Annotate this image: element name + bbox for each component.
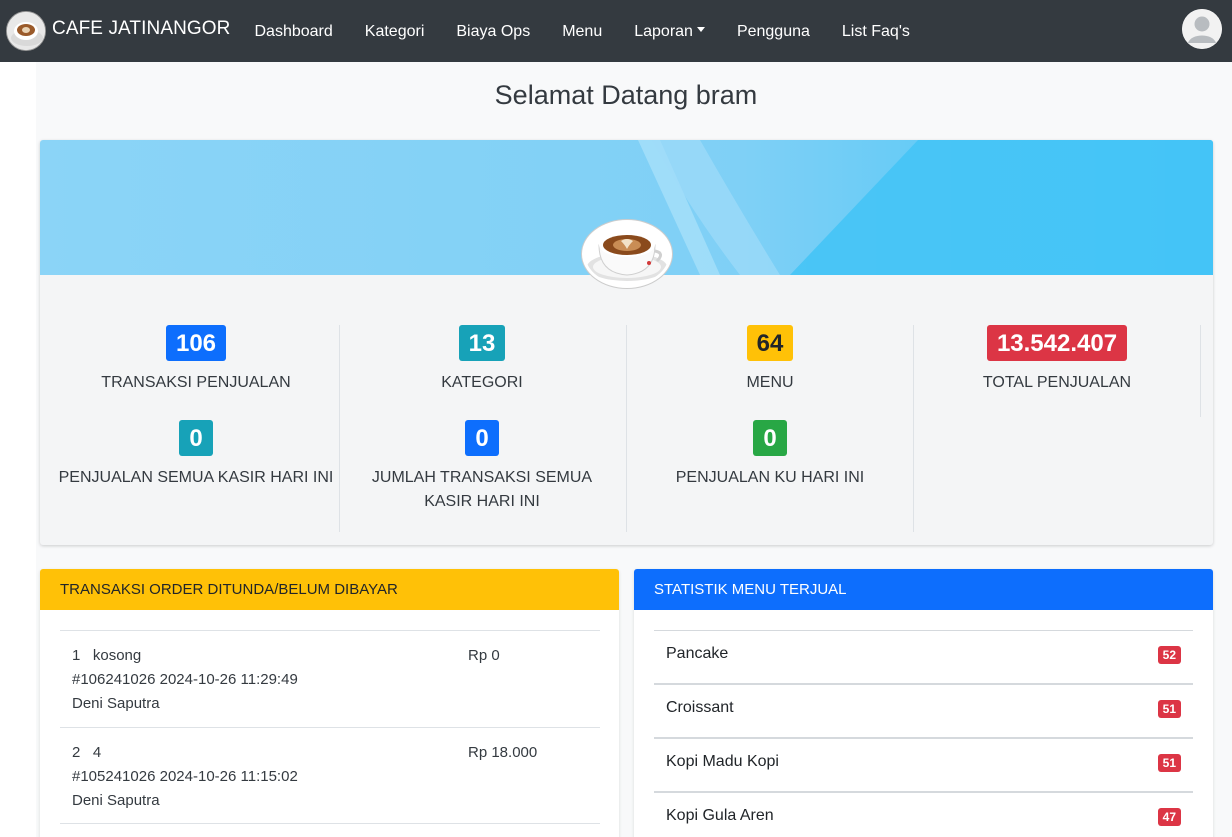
menu-name: Kopi Gula Aren bbox=[666, 807, 774, 824]
menu-stats-title: STATISTIK MENU TERJUAL bbox=[634, 569, 1213, 610]
menu-name: Pancake bbox=[666, 645, 729, 662]
main-nav: Dashboard Kategori Biaya Ops Menu Lapora… bbox=[239, 22, 926, 40]
nav-laporan-dropdown[interactable]: Laporan bbox=[618, 23, 721, 41]
penjualan-kasir-label: PENJUALAN SEMUA KASIR HARI INI bbox=[58, 469, 334, 486]
nav-kategori[interactable]: Kategori bbox=[349, 23, 441, 41]
list-item[interactable]: Kopi Gula Aren 47 bbox=[654, 792, 1193, 837]
order-number: 2 bbox=[72, 744, 81, 761]
divider bbox=[339, 325, 340, 532]
order-code-datetime: #105241026 2024-10-26 11:15:02 bbox=[72, 768, 298, 785]
nav-biaya-ops[interactable]: Biaya Ops bbox=[440, 23, 546, 41]
coffee-cup-logo-icon bbox=[6, 11, 46, 51]
list-item[interactable]: Pancake 52 bbox=[654, 630, 1193, 684]
brand[interactable]: CAFE JATINANGOR bbox=[6, 11, 231, 51]
nav-pengguna[interactable]: Pengguna bbox=[721, 23, 826, 41]
nav-menu[interactable]: Menu bbox=[546, 23, 618, 41]
caret-down-icon bbox=[696, 27, 705, 33]
menu-name: Kopi Madu Kopi bbox=[666, 753, 779, 770]
order-amount: Rp 18.000 bbox=[468, 744, 538, 761]
order-code-datetime: #106241026 2024-10-26 11:29:49 bbox=[72, 671, 298, 688]
profile-coffee-image bbox=[582, 220, 672, 288]
stat-column-menu: 64 MENU 0 PENJUALAN KU HARI INI bbox=[627, 325, 913, 532]
list-item[interactable]: 2 4 Rp 18.000 #105241026 2024-10-26 11:1… bbox=[60, 727, 600, 824]
total-penjualan-label: TOTAL PENJUALAN bbox=[982, 374, 1132, 391]
kategori-count-badge: 13 bbox=[458, 325, 506, 361]
divider bbox=[1200, 325, 1201, 417]
list-item[interactable]: 1 kosong Rp 0 #106241026 2024-10-26 11:2… bbox=[60, 630, 600, 727]
order-table: 4 bbox=[92, 744, 102, 761]
sold-count-badge: 47 bbox=[1157, 808, 1181, 826]
welcome-heading: Selamat Datang bram bbox=[494, 80, 758, 110]
order-datetime: 2024-10-26 11:15:02 bbox=[159, 768, 298, 785]
total-penjualan-badge: 13.542.407 bbox=[986, 325, 1128, 361]
pending-orders-title: TRANSAKSI ORDER DITUNDA/BELUM DIBAYAR bbox=[40, 569, 619, 610]
dashboard-summary-card: 106 TRANSAKSI PENJUALAN 0 PENJUALAN SEMU… bbox=[40, 140, 1213, 545]
penjualan-ku-badge: 0 bbox=[753, 420, 787, 456]
sold-count-badge: 52 bbox=[1157, 646, 1181, 664]
menu-count-badge: 64 bbox=[746, 325, 794, 361]
pending-orders-card: TRANSAKSI ORDER DITUNDA/BELUM DIBAYAR 1 … bbox=[40, 569, 619, 837]
order-number: 1 bbox=[72, 647, 81, 664]
order-cashier: Deni Saputra bbox=[72, 695, 160, 712]
order-datetime: 2024-10-26 11:29:49 bbox=[159, 671, 298, 688]
list-item[interactable]: Croissant 51 bbox=[654, 684, 1193, 738]
brand-name: CAFE JATINANGOR bbox=[52, 18, 231, 39]
jumlah-transaksi-label: JUMLAH TRANSAKSI SEMUA KASIR HARI INI bbox=[371, 469, 593, 510]
order-number-table: 2 4 bbox=[72, 744, 101, 761]
stat-column-transaksi: 106 TRANSAKSI PENJUALAN 0 PENJUALAN SEMU… bbox=[52, 325, 340, 532]
order-amount: Rp 0 bbox=[468, 647, 500, 664]
order-number-table: 1 kosong bbox=[72, 647, 141, 664]
order-code: #106241026 bbox=[72, 671, 156, 688]
transaksi-label: TRANSAKSI PENJUALAN bbox=[101, 374, 291, 391]
nav-dashboard[interactable]: Dashboard bbox=[239, 23, 349, 41]
jumlah-transaksi-badge: 0 bbox=[465, 420, 499, 456]
order-table: kosong bbox=[92, 647, 142, 664]
list-item[interactable]: Kopi Madu Kopi 51 bbox=[654, 738, 1193, 792]
menu-name: Croissant bbox=[666, 699, 734, 716]
user-avatar-icon[interactable] bbox=[1182, 9, 1222, 49]
stat-column-kategori: 13 KATEGORI 0 JUMLAH TRANSAKSI SEMUA KAS… bbox=[352, 325, 612, 532]
sold-count-badge: 51 bbox=[1157, 754, 1181, 772]
menu-label: MENU bbox=[746, 374, 794, 391]
nav-laporan-label: Laporan bbox=[634, 23, 693, 40]
order-cashier: Deni Saputra bbox=[72, 792, 160, 809]
top-navbar: CAFE JATINANGOR Dashboard Kategori Biaya… bbox=[0, 0, 1232, 62]
penjualan-ku-label: PENJUALAN KU HARI INI bbox=[675, 469, 865, 486]
order-code: #105241026 bbox=[72, 768, 156, 785]
menu-stats-card: STATISTIK MENU TERJUAL Pancake 52 Croiss… bbox=[634, 569, 1213, 837]
kategori-label: KATEGORI bbox=[441, 374, 523, 391]
nav-list-faqs[interactable]: List Faq's bbox=[826, 23, 926, 41]
stat-column-total: 13.542.407 TOTAL PENJUALAN bbox=[914, 325, 1200, 532]
penjualan-kasir-badge: 0 bbox=[179, 420, 213, 456]
transaksi-count-badge: 106 bbox=[165, 325, 227, 361]
sold-count-badge: 51 bbox=[1157, 700, 1181, 718]
